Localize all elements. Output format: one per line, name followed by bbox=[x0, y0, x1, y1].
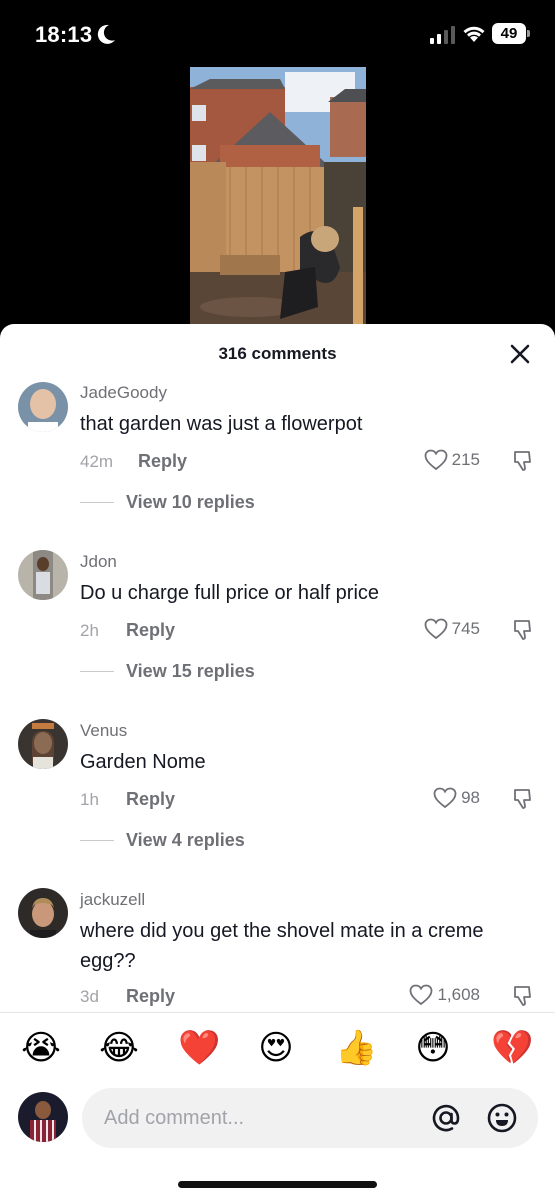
emoji-red-heart[interactable]: ❤️ bbox=[178, 1028, 220, 1068]
battery-level: 49 bbox=[492, 23, 526, 44]
like-count: 745 bbox=[451, 619, 480, 638]
like-button[interactable]: 98 bbox=[433, 787, 480, 809]
dislike-icon[interactable] bbox=[510, 985, 532, 1007]
view-replies-button[interactable]: View 10 replies bbox=[80, 492, 255, 513]
emoji-tears-of-joy[interactable]: 😂 bbox=[99, 1028, 139, 1068]
video-thumbnail[interactable] bbox=[190, 67, 366, 325]
comment-username[interactable]: Venus bbox=[80, 721, 127, 741]
heart-icon bbox=[433, 787, 457, 809]
emoji-heart-eyes[interactable]: 😍 bbox=[256, 1028, 296, 1068]
comment-text: where did you get the shovel mate in a c… bbox=[80, 920, 484, 972]
reply-button[interactable]: Reply bbox=[126, 789, 175, 810]
moon-icon bbox=[97, 24, 115, 44]
comment-input[interactable] bbox=[104, 1102, 404, 1134]
avatar[interactable] bbox=[18, 888, 68, 938]
view-replies-button[interactable]: View 15 replies bbox=[80, 661, 255, 682]
heart-icon bbox=[424, 449, 448, 471]
comment-text: that garden was just a flowerpot bbox=[80, 413, 363, 435]
battery-icon: 49 bbox=[492, 23, 530, 44]
emoji-thumbs-up[interactable]: 👍 bbox=[335, 1028, 377, 1068]
view-replies-button[interactable]: View 4 replies bbox=[80, 830, 245, 851]
heart-icon bbox=[424, 618, 448, 640]
view-replies-label: View 4 replies bbox=[126, 830, 245, 850]
comment-username[interactable]: JadeGoody bbox=[80, 383, 167, 403]
signal-icon bbox=[430, 26, 455, 44]
emoji-flushed[interactable]: 😳 bbox=[413, 1028, 453, 1068]
reply-button[interactable]: Reply bbox=[138, 451, 187, 472]
dislike-icon[interactable] bbox=[510, 450, 532, 472]
comment-time: 2h bbox=[80, 621, 99, 640]
comment-time: 1h bbox=[80, 790, 99, 809]
video-frame-image bbox=[190, 67, 366, 325]
like-button[interactable]: 1,608 bbox=[409, 984, 480, 1006]
avatar[interactable] bbox=[18, 382, 68, 432]
mention-icon[interactable] bbox=[431, 1103, 461, 1133]
quick-emoji-bar: 😭 😂 ❤️ 😍 👍 😳 💔 bbox=[0, 1028, 555, 1074]
reply-button[interactable]: Reply bbox=[126, 986, 175, 1007]
emoji-bar-divider bbox=[0, 1012, 555, 1013]
home-indicator[interactable] bbox=[178, 1181, 377, 1188]
emoji-picker-icon[interactable] bbox=[486, 1102, 518, 1134]
like-count: 1,608 bbox=[437, 985, 480, 1004]
like-count: 215 bbox=[451, 450, 480, 469]
comments-count-title: 316 comments bbox=[218, 344, 337, 363]
comment-username[interactable]: Jdon bbox=[80, 552, 117, 572]
comment-text: Do u charge full price or half price bbox=[80, 582, 380, 604]
view-replies-label: View 15 replies bbox=[126, 661, 255, 681]
avatar[interactable] bbox=[18, 719, 68, 769]
like-count: 98 bbox=[461, 788, 480, 807]
comment-text: Garden Nome bbox=[80, 751, 206, 773]
comment-time: 42m bbox=[80, 452, 114, 471]
emoji-broken-heart[interactable]: 💔 bbox=[491, 1028, 533, 1068]
status-time: 18:13 bbox=[35, 22, 93, 47]
status-bar: 18:13 49 bbox=[0, 0, 555, 66]
wifi-icon bbox=[463, 26, 485, 42]
like-button[interactable]: 745 bbox=[424, 618, 480, 640]
emoji-loudly-crying[interactable]: 😭 bbox=[21, 1028, 61, 1068]
heart-icon bbox=[410, 984, 433, 1006]
dislike-icon[interactable] bbox=[510, 788, 532, 810]
close-icon[interactable] bbox=[507, 341, 533, 367]
like-button[interactable]: 215 bbox=[424, 449, 480, 471]
my-avatar bbox=[18, 1092, 68, 1142]
avatar[interactable] bbox=[18, 550, 68, 600]
dislike-icon[interactable] bbox=[510, 619, 532, 641]
comment-time: 3d bbox=[80, 987, 99, 1006]
reply-button[interactable]: Reply bbox=[126, 620, 175, 641]
comment-username[interactable]: jackuzell bbox=[80, 890, 145, 910]
comment-input-container bbox=[82, 1088, 538, 1148]
view-replies-label: View 10 replies bbox=[126, 492, 255, 512]
